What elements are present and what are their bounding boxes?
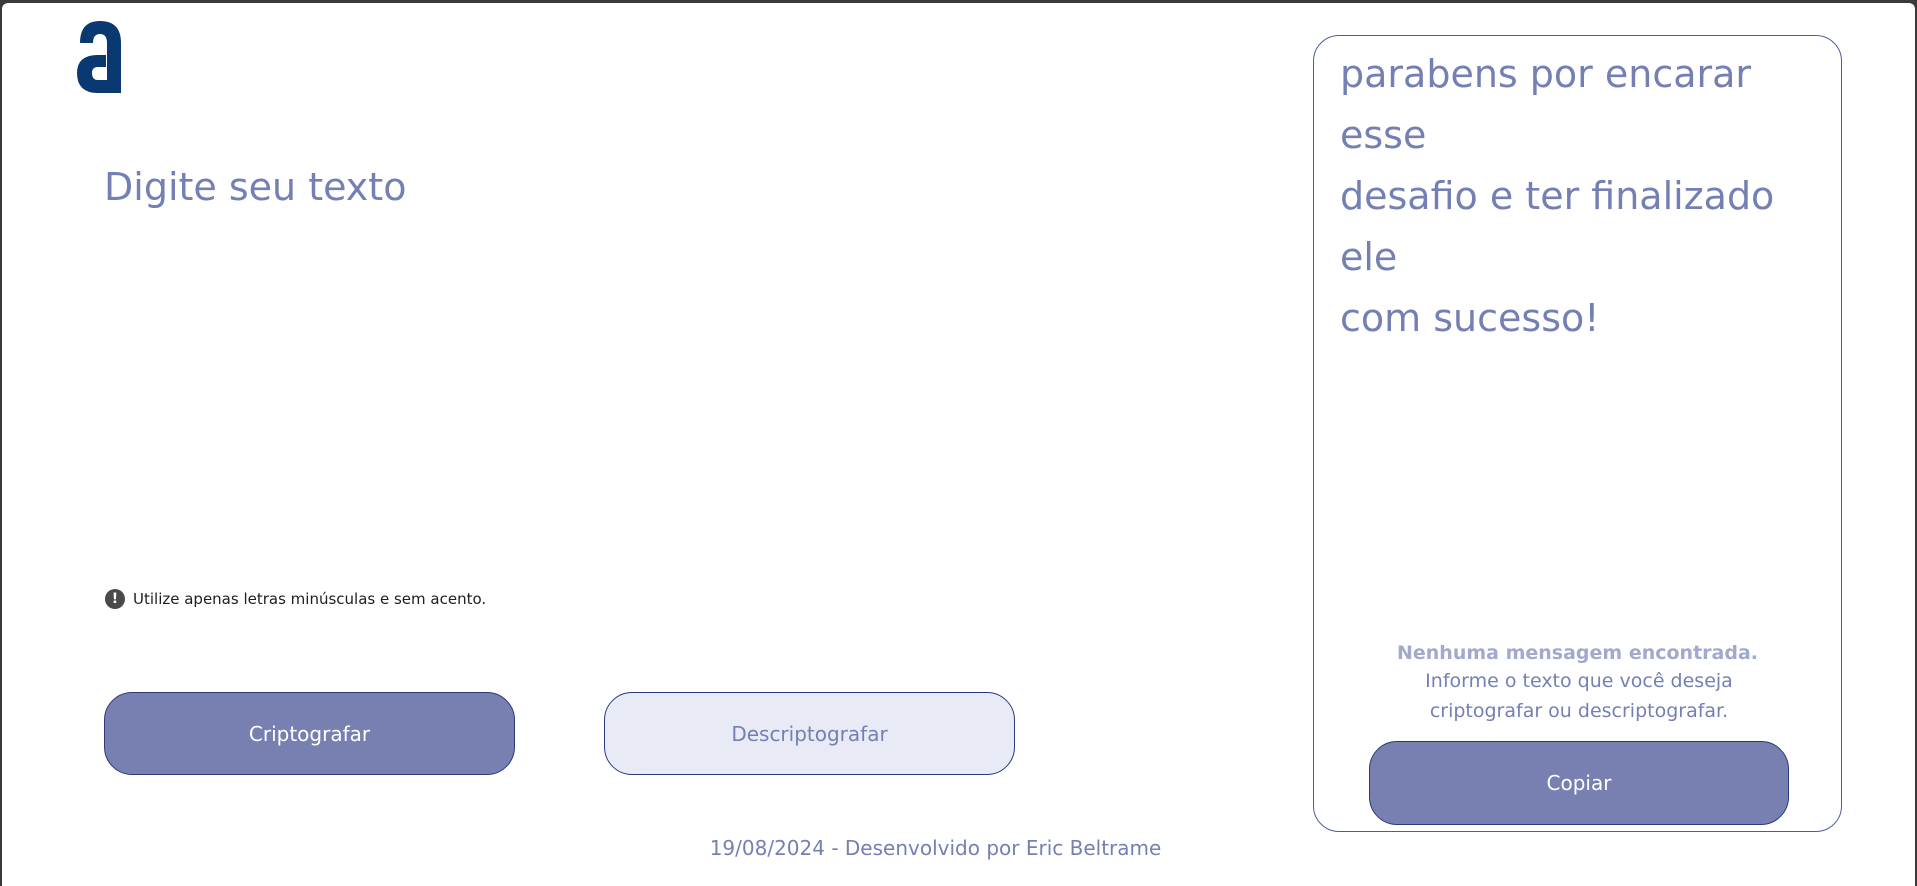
alura-logo-icon [77, 21, 121, 93]
output-text: parabens por encarar esse desafio e ter … [1340, 52, 1775, 340]
empty-message-description: Informe o texto que você deseja criptogr… [1425, 670, 1733, 722]
copy-button[interactable]: Copiar [1369, 741, 1789, 825]
page: ! Utilize apenas letras minúsculas e sem… [2, 3, 1915, 886]
output-panel: parabens por encarar esse desafio e ter … [1313, 35, 1842, 832]
encrypt-button[interactable]: Criptografar [104, 692, 515, 775]
message-input[interactable] [104, 163, 1204, 563]
hint-text: Utilize apenas letras minúsculas e sem a… [133, 590, 487, 608]
input-hint: ! Utilize apenas letras minúsculas e sem… [105, 589, 486, 609]
decrypt-button[interactable]: Descriptografar [604, 692, 1015, 775]
footer-credits: 19/08/2024 - Desenvolvido por Eric Beltr… [709, 836, 1162, 860]
empty-message-title: Nenhuma mensagem encontrada. [1396, 642, 1758, 664]
exclamation-circle-icon: ! [105, 589, 125, 609]
